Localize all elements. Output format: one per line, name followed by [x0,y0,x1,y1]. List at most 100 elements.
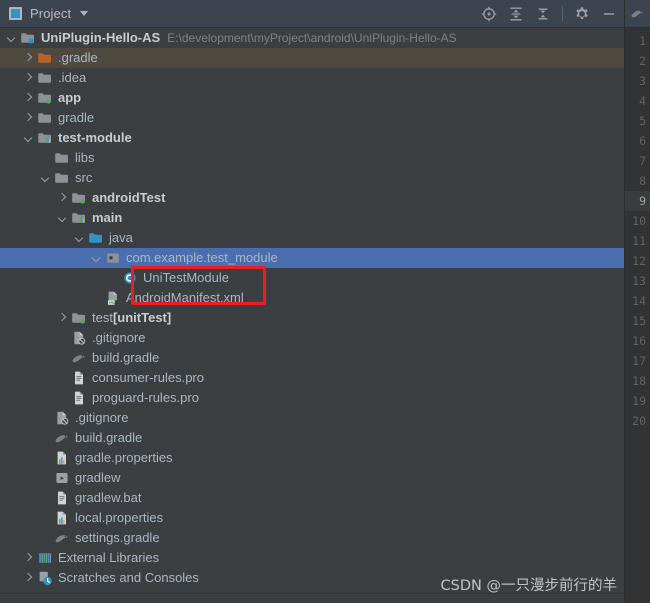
chevron-down-icon[interactable] [80,11,89,16]
editor-tab[interactable] [625,0,650,28]
tree-row-label: build.gradle [75,430,143,445]
settings-gear-icon[interactable] [574,6,590,22]
line-number: 7 [639,154,646,168]
line-number: 17 [632,354,646,368]
tree-row[interactable]: gradle [0,108,625,128]
project-tree[interactable]: UniPlugin-Hello-AS E:\development\myProje… [0,28,625,603]
scratches-icon [39,571,52,586]
tree-row[interactable]: build.gradle [0,348,625,368]
tree-row[interactable]: build.gradle [0,428,625,448]
text-file-icon [58,491,66,505]
line-number: 2 [639,54,646,68]
chevron-down-icon[interactable] [91,253,102,264]
tree-row[interactable]: main [0,208,625,228]
tree-row-label: androidTest [92,190,166,205]
external-libraries-icon [39,553,51,563]
line-number: 8 [639,174,646,188]
hide-panel-icon[interactable] [601,6,617,22]
tree-row[interactable]: java [0,228,625,248]
tree-row[interactable]: libs [0,148,625,168]
chevron-down-icon[interactable] [40,173,51,184]
folder-orange-icon [38,53,51,63]
chevron-right-icon[interactable] [23,53,34,64]
tree-row[interactable]: settings.gradle [0,528,625,548]
line-number: 16 [632,334,646,348]
select-opened-file-icon[interactable] [481,6,497,22]
chevron-down-icon[interactable] [6,33,17,44]
tree-row-label: libs [75,150,95,165]
properties-file-icon [57,511,66,525]
tree-row[interactable]: UniPlugin-Hello-AS E:\development\myProje… [0,28,625,48]
tree-row[interactable]: gradlew [0,468,625,488]
tree-row[interactable]: app [0,88,625,108]
tree-row-label: test-module [58,130,132,145]
toolbar-separator [562,6,563,21]
line-number: 5 [639,114,646,128]
tree-row[interactable]: .gitignore [0,408,625,428]
chevron-right-icon[interactable] [23,93,34,104]
chevron-down-icon[interactable] [23,133,34,144]
tree-row[interactable]: UniTestModule [0,268,625,288]
tree-row[interactable]: AndroidManifest.xml [0,288,625,308]
tree-row-label: proguard-rules.pro [92,390,199,405]
project-tab[interactable]: Project [0,6,89,21]
gradle-file-icon [72,355,85,363]
tree-row[interactable]: .gitignore [0,328,625,348]
tree-row[interactable]: gradle.properties [0,448,625,468]
chevron-right-icon[interactable] [57,193,68,204]
expand-all-icon[interactable] [508,6,524,22]
chevron-right-icon[interactable] [23,73,34,84]
line-number: 14 [632,294,646,308]
line-number: 3 [639,74,646,88]
line-number: 1 [639,34,646,48]
tree-row[interactable]: .gradle [0,48,625,68]
chevron-down-icon[interactable] [57,213,68,224]
module-icon [38,93,51,104]
tree-row-label: AndroidManifest.xml [126,290,244,305]
tree-row-label: .gitignore [75,410,129,425]
tree-row[interactable]: proguard-rules.pro [0,388,625,408]
tree-row[interactable]: External Libraries [0,548,625,568]
tree-row[interactable]: com.example.test_module [0,248,625,268]
line-number: 15 [632,314,646,328]
tree-row[interactable]: test-module [0,128,625,148]
tree-row-label: local.properties [75,510,164,525]
collapse-all-icon[interactable] [535,6,551,22]
line-number: 19 [632,394,646,408]
tree-row[interactable]: consumer-rules.pro [0,368,625,388]
tree-row-label: java [109,230,133,245]
tree-row-label: Scratches and Consoles [58,570,199,585]
chevron-right-icon[interactable] [23,553,34,564]
chevron-right-icon[interactable] [23,113,34,124]
chevron-right-icon[interactable] [57,313,68,324]
tree-row[interactable]: androidTest [0,188,625,208]
source-test-folder-icon [72,313,85,324]
manifest-file-icon [108,291,117,305]
tree-row-label: src [75,170,93,185]
tree-row[interactable]: local.properties [0,508,625,528]
tree-row-label: gradle [58,110,95,125]
tree-row-label: test [92,310,113,325]
tree-row[interactable]: src [0,168,625,188]
module-gradle-icon [38,133,51,143]
watermark-text: CSDN @一只漫步前行的羊 [440,578,617,594]
tree-row-label: .gradle [58,50,98,65]
chevron-right-icon[interactable] [23,573,34,584]
module-gradle-icon [72,213,85,223]
tree-row-label: com.example.test_module [126,250,278,265]
tree-row[interactable]: test [unitTest] [0,308,625,328]
tree-row-label-suffix: [unitTest] [112,310,172,325]
tree-row[interactable]: gradlew.bat [0,488,625,508]
script-file-icon [56,473,68,483]
chevron-down-icon[interactable] [74,233,85,244]
tree-row[interactable]: .idea [0,68,625,88]
tree-row-label: main [92,210,123,225]
